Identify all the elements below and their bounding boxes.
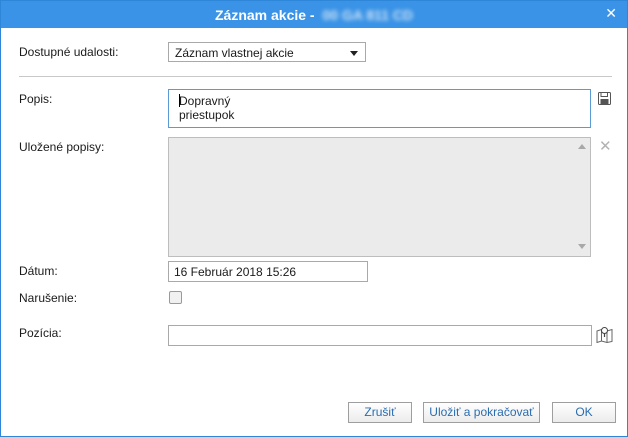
- violation-checkbox[interactable]: [169, 291, 182, 304]
- close-icon[interactable]: ✕: [605, 5, 617, 22]
- record-action-dialog: Záznam akcie - 00 GA 811 CD ✕ Dostupné u…: [0, 0, 628, 437]
- chevron-down-icon: [350, 51, 358, 56]
- scroll-down-icon[interactable]: [578, 244, 586, 249]
- description-label: Popis:: [19, 92, 53, 106]
- saved-descriptions-list[interactable]: [168, 137, 591, 257]
- description-value: Dopravný priestupok: [179, 94, 235, 122]
- events-select-value: Záznam vlastnej akcie: [175, 46, 294, 60]
- vehicle-plate-redacted: 00 GA 811 CD: [322, 7, 414, 23]
- close-icon[interactable]: ✕: [599, 137, 612, 155]
- violation-label: Narušenie:: [19, 291, 78, 305]
- events-label: Dostupné udalosti:: [19, 45, 119, 59]
- events-select[interactable]: Záznam vlastnej akcie: [168, 42, 366, 62]
- title-bar: Záznam akcie - 00 GA 811 CD ✕: [1, 1, 627, 28]
- saved-descriptions-label: Uložené popisy:: [19, 140, 105, 154]
- date-field[interactable]: 16 Február 2018 15:26: [168, 261, 368, 282]
- position-input[interactable]: [168, 325, 592, 346]
- position-label: Pozícia:: [19, 326, 62, 340]
- save-and-continue-button[interactable]: Uložiť a pokračovať: [423, 402, 540, 423]
- dialog-title-text: Záznam akcie -: [214, 7, 315, 23]
- date-value: 16 Február 2018 15:26: [174, 265, 297, 279]
- date-label: Dátum:: [19, 264, 58, 278]
- floppy-disk-icon[interactable]: [598, 92, 611, 105]
- scroll-up-icon[interactable]: [578, 144, 586, 149]
- dialog-title: Záznam akcie - 00 GA 811 CD: [1, 7, 627, 23]
- cancel-button[interactable]: Zrušiť: [348, 402, 412, 423]
- ok-button[interactable]: OK: [552, 402, 616, 423]
- map-pin-icon[interactable]: [596, 326, 613, 343]
- text-cursor: [179, 94, 180, 107]
- description-input[interactable]: Dopravný priestupok: [168, 89, 591, 128]
- divider: [19, 76, 612, 77]
